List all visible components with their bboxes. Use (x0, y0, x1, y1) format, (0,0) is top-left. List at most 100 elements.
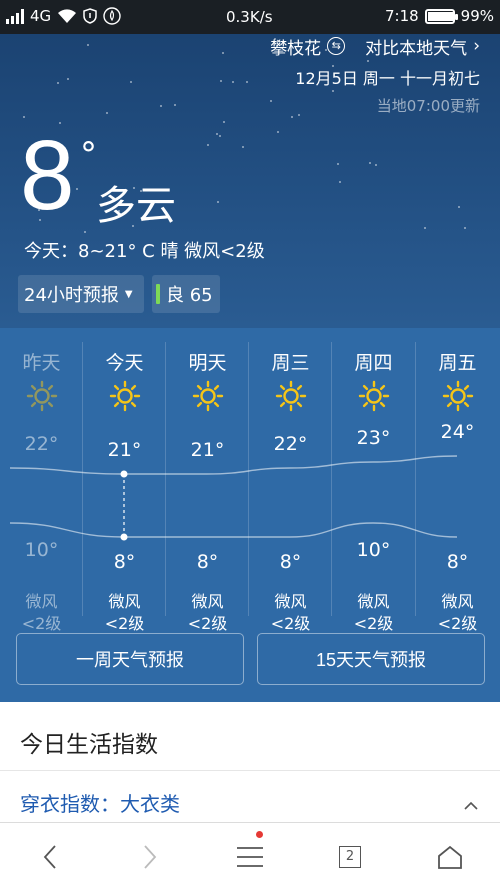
tabs-button[interactable]: 2 (320, 823, 380, 889)
star-decoration (219, 135, 221, 137)
sun-icon (192, 380, 224, 412)
high-temperature: 21° (190, 439, 225, 461)
wind-level: <2级 (437, 614, 478, 633)
aqi-color-bar (156, 284, 160, 304)
day-name: 周五 (438, 352, 477, 374)
switch-city-icon[interactable]: ⇆ (327, 37, 346, 55)
forecast-day-column: 周五 24° 8° 微风 <2级 (415, 342, 498, 633)
collapse-caret-icon[interactable] (464, 799, 478, 813)
low-temperature: 8° (196, 551, 219, 573)
star-decoration (220, 80, 222, 82)
high-temperature: 24° (440, 421, 475, 443)
forecast-day-column: 昨天 22° 10° 微风 <2级 (0, 342, 83, 633)
daily-forecast-panel: 昨天 22° 10° 微风 <2级 今天 21° 8° 微风 <2级 明天 21° 8° 微风 <2级 周三 2… (0, 328, 500, 702)
wind-level: <2级 (270, 614, 311, 633)
sun-icon (109, 380, 141, 412)
degree-symbol: ° (80, 135, 97, 175)
sun-icon (442, 380, 474, 412)
notification-dot (256, 831, 263, 838)
star-decoration (339, 181, 341, 183)
battery-icon (424, 8, 458, 24)
star-decoration (84, 231, 86, 233)
wind-description: 微风 (357, 592, 390, 611)
high-temperature: 23° (356, 427, 391, 449)
forecast-mode-dropdown[interactable]: 24小时预报 ▼ (18, 275, 144, 313)
week-forecast-button[interactable]: 一周天气预报 (16, 633, 244, 685)
low-temperature: 10° (24, 539, 59, 561)
star-decoration (242, 146, 244, 148)
star-decoration (369, 162, 371, 164)
dress-index[interactable]: 穿衣指数：大衣类 (20, 788, 180, 817)
star-decoration (106, 112, 108, 114)
home-button[interactable] (420, 823, 480, 889)
day-name: 明天 (188, 352, 227, 374)
wind-description: 微风 (191, 592, 224, 611)
star-decoration (367, 60, 369, 62)
sun-icon (26, 380, 58, 412)
star-decoration (332, 90, 334, 92)
sun-icon (275, 380, 307, 412)
forward-arrow-icon (144, 844, 157, 869)
update-time: 当地07:00更新 (376, 97, 480, 115)
flame-icon (103, 7, 121, 25)
menu-icon (237, 846, 263, 867)
star-decoration (375, 164, 377, 166)
current-temperature: 8 (20, 120, 75, 230)
divider (0, 770, 500, 771)
star-decoration (232, 81, 234, 83)
life-index-section: 今日生活指数 穿衣指数：大衣类 (0, 717, 500, 821)
air-quality-badge[interactable]: 良 65 (152, 275, 220, 313)
star-decoration (337, 163, 339, 165)
city-name[interactable]: 攀枝花 (270, 34, 321, 59)
day-name: 今天 (105, 352, 144, 374)
back-button[interactable] (20, 823, 80, 889)
today-summary: 今天：8~21° C 晴 微风<2级 (24, 241, 265, 262)
home-icon (438, 845, 462, 869)
star-decoration (270, 100, 272, 102)
status-bar: 4G 0.3K/s 7:18 99% (0, 0, 500, 34)
fifteen-day-forecast-button[interactable]: 15天天气预报 (257, 633, 485, 685)
browser-toolbar: 2 (0, 822, 500, 889)
high-temperature: 21° (107, 439, 142, 461)
network-type: 4G (30, 7, 52, 25)
chevron-right-icon[interactable]: › (473, 36, 480, 56)
wind-level: <2级 (104, 614, 145, 633)
compare-local-link[interactable]: 对比本地天气 (365, 34, 467, 59)
low-temperature: 8° (113, 551, 136, 573)
day-name: 昨天 (22, 352, 61, 374)
wind-description: 微风 (441, 592, 474, 611)
menu-button[interactable] (220, 823, 280, 889)
low-temperature: 8° (279, 551, 302, 573)
day-name: 周三 (271, 352, 310, 374)
battery-percent: 99% (460, 7, 494, 25)
day-name: 周四 (354, 352, 393, 374)
star-decoration (174, 104, 176, 106)
wind-description: 微风 (108, 592, 141, 611)
star-decoration (87, 44, 89, 46)
wind-level: <2级 (187, 614, 228, 633)
forward-button[interactable] (120, 823, 180, 889)
star-decoration (291, 116, 293, 118)
wifi-icon (58, 9, 77, 23)
wind-level: <2级 (21, 614, 62, 633)
low-temperature: 8° (446, 551, 469, 573)
star-decoration (207, 144, 209, 146)
shield-icon (83, 8, 97, 24)
star-decoration (464, 227, 466, 229)
life-index-title: 今日生活指数 (20, 732, 158, 758)
star-decoration (458, 206, 460, 208)
forecast-day-column: 明天 21° 8° 微风 <2级 (165, 342, 248, 633)
star-decoration (246, 81, 248, 83)
tab-count: 2 (339, 845, 361, 868)
star-decoration (277, 131, 279, 133)
current-weather-panel: 攀枝花 ⇆ 对比本地天气 › 12月5日 周一 十一月初七 当地07:00更新 … (0, 34, 500, 328)
network-speed: 0.3K/s (226, 8, 273, 26)
forecast-day-column: 周四 23° 10° 微风 <2级 (331, 342, 414, 633)
back-arrow-icon (43, 844, 56, 869)
wind-level: <2级 (353, 614, 394, 633)
star-decoration (424, 227, 426, 229)
high-temperature: 22° (24, 433, 59, 455)
high-temperature: 22° (273, 433, 308, 455)
forecast-mode-label: 24小时预报 (24, 285, 119, 306)
sun-icon (358, 380, 390, 412)
